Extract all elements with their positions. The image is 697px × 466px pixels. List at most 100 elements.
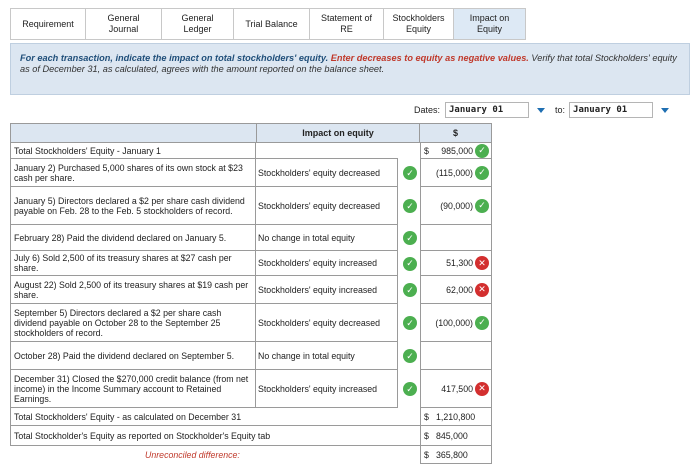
transaction-description: September 5) Directors declared a $2 per… xyxy=(10,304,256,342)
impact-status: ✓ xyxy=(398,304,420,342)
amount-input[interactable]: 51,300 ✕ xyxy=(420,251,492,276)
tab-general-ledger[interactable]: General Ledger xyxy=(162,8,234,40)
tab-general-journal[interactable]: General Journal xyxy=(86,8,162,40)
instruction-lead: For each transaction, indicate the impac… xyxy=(20,53,329,63)
unreconciled-row: Unreconciled difference: $365,800 xyxy=(10,446,492,464)
total-calculated-row-amount: $1,210,800 xyxy=(420,408,492,426)
impact-select[interactable]: Stockholders' equity decreased xyxy=(256,159,398,187)
instruction-negative-note: Enter decreases to equity as negative va… xyxy=(330,53,529,63)
impact-status: ✓ xyxy=(398,342,420,370)
check-icon: ✓ xyxy=(403,382,417,396)
total-calculated-row: Total Stockholders' Equity - as calculat… xyxy=(10,408,492,426)
dates-label: Dates: xyxy=(414,105,441,115)
transaction-description: Total Stockholders' Equity - January 1 xyxy=(10,143,256,159)
check-icon: ✓ xyxy=(475,143,489,158)
impact-select[interactable]: Stockholders' equity increased xyxy=(256,251,398,276)
dollar-sign: $ xyxy=(424,411,429,422)
from-date-select[interactable]: January 01 xyxy=(445,102,530,118)
tab-label: Requirement xyxy=(22,18,74,29)
amount-input[interactable]: $985,000 ✓ xyxy=(420,143,492,159)
table-row: September 5) Directors declared a $2 per… xyxy=(10,304,492,342)
total-reported-row-amount: $845,000 xyxy=(420,426,492,446)
total-reported-row: Total Stockholder's Equity as reported o… xyxy=(10,426,492,446)
amount-input[interactable] xyxy=(420,225,492,251)
tab-label: Statement of RE xyxy=(320,13,373,34)
table-row: February 28) Paid the dividend declared … xyxy=(10,225,492,251)
tab-stockholders-equity[interactable]: Stockholders Equity xyxy=(384,8,454,40)
tab-requirement[interactable]: Requirement xyxy=(10,8,86,40)
amount-input[interactable]: (115,000) ✓ xyxy=(420,159,492,187)
close-icon: ✕ xyxy=(475,381,489,396)
unreconciled-row-label: Unreconciled difference: xyxy=(145,450,240,460)
amount-value: (90,000) xyxy=(440,200,473,211)
dollar-sign: $ xyxy=(424,449,429,460)
close-icon: ✕ xyxy=(475,282,489,297)
amount-value: (100,000) xyxy=(435,317,473,328)
header-impact: Impact on equity xyxy=(256,123,420,143)
dollar-sign: $ xyxy=(424,145,429,156)
table-row: December 31) Closed the $270,000 credit … xyxy=(10,370,492,408)
chevron-down-icon[interactable] xyxy=(537,107,546,113)
tab-label: General Journal xyxy=(107,13,140,34)
impact-select[interactable]: No change in total equity xyxy=(256,342,398,370)
table-row: July 6) Sold 2,500 of its treasury share… xyxy=(10,251,492,276)
check-icon: ✓ xyxy=(475,165,489,180)
transaction-description: December 31) Closed the $270,000 credit … xyxy=(10,370,256,408)
check-icon: ✓ xyxy=(475,198,489,213)
tab-label: Impact on Equity xyxy=(469,13,510,34)
amount-input[interactable] xyxy=(420,342,492,370)
amount-value: 62,000 xyxy=(446,284,473,295)
tab-label: General Ledger xyxy=(181,13,214,34)
amount-value: 51,300 xyxy=(446,258,473,268)
impact-status: ✓ xyxy=(398,276,420,304)
chevron-down-icon[interactable] xyxy=(661,107,670,113)
impact-select[interactable]: Stockholders' equity decreased xyxy=(256,304,398,342)
transaction-description: August 22) Sold 2,500 of its treasury sh… xyxy=(10,276,256,304)
date-range: Dates: January 01 to: January 01 xyxy=(414,102,670,118)
check-icon: ✓ xyxy=(403,166,417,180)
check-icon: ✓ xyxy=(403,316,417,330)
amount-value: (115,000) xyxy=(435,167,473,178)
amount-value: 985,000 xyxy=(441,145,473,156)
amount-input[interactable]: (90,000) ✓ xyxy=(420,187,492,225)
dollar-sign: $ xyxy=(424,430,429,441)
impact-select[interactable]: Stockholders' equity increased xyxy=(256,276,398,304)
close-icon: ✕ xyxy=(475,256,489,270)
transaction-description: July 6) Sold 2,500 of its treasury share… xyxy=(10,251,256,276)
check-icon: ✓ xyxy=(403,256,417,271)
tab-impact-on-equity[interactable]: Impact on Equity xyxy=(454,8,526,40)
table-row: January 5) Directors declared a $2 per s… xyxy=(10,187,492,225)
check-icon: ✓ xyxy=(403,231,417,245)
amount-value: 365,800 xyxy=(436,449,468,460)
tab-trial-balance[interactable]: Trial Balance xyxy=(234,8,310,40)
amount-value: 1,210,800 xyxy=(436,411,476,422)
from-date-value: January 01 xyxy=(449,105,504,115)
table-row: Total Stockholders' Equity - January 1 $9… xyxy=(10,143,492,159)
transaction-description: January 5) Directors declared a $2 per s… xyxy=(10,187,256,225)
tab-statement-of-re[interactable]: Statement of RE xyxy=(310,8,384,40)
check-icon: ✓ xyxy=(475,315,489,330)
amount-input[interactable]: 417,500 ✕ xyxy=(420,370,492,408)
total-reported-row-label: Total Stockholder's Equity as reported o… xyxy=(10,426,420,446)
impact-select[interactable]: No change in total equity xyxy=(256,225,398,251)
transaction-description: February 28) Paid the dividend declared … xyxy=(10,225,256,251)
header-impact-label: Impact on equity xyxy=(302,128,374,138)
impact-select[interactable]: Stockholders' equity decreased xyxy=(256,187,398,225)
table-row: August 22) Sold 2,500 of its treasury sh… xyxy=(10,276,492,304)
check-icon: ✓ xyxy=(403,283,417,297)
impact-select xyxy=(256,143,398,159)
header-desc-cell xyxy=(10,123,256,143)
check-icon: ✓ xyxy=(403,199,417,213)
amount-input[interactable]: (100,000) ✓ xyxy=(420,304,492,342)
transaction-description: October 28) Paid the dividend declared o… xyxy=(10,342,256,370)
to-label: to: xyxy=(555,105,566,115)
impact-select[interactable]: Stockholders' equity increased xyxy=(256,370,398,408)
amount-value: 417,500 xyxy=(441,383,473,394)
check-icon: ✓ xyxy=(403,349,417,363)
to-date-select[interactable]: January 01 xyxy=(569,102,654,118)
impact-status: ✓ xyxy=(398,187,420,225)
impact-status: ✓ xyxy=(398,225,420,251)
amount-input[interactable]: 62,000 ✕ xyxy=(420,276,492,304)
tab-label: Trial Balance xyxy=(245,18,298,29)
total-calculated-row-label: Total Stockholders' Equity - as calculat… xyxy=(10,408,420,426)
